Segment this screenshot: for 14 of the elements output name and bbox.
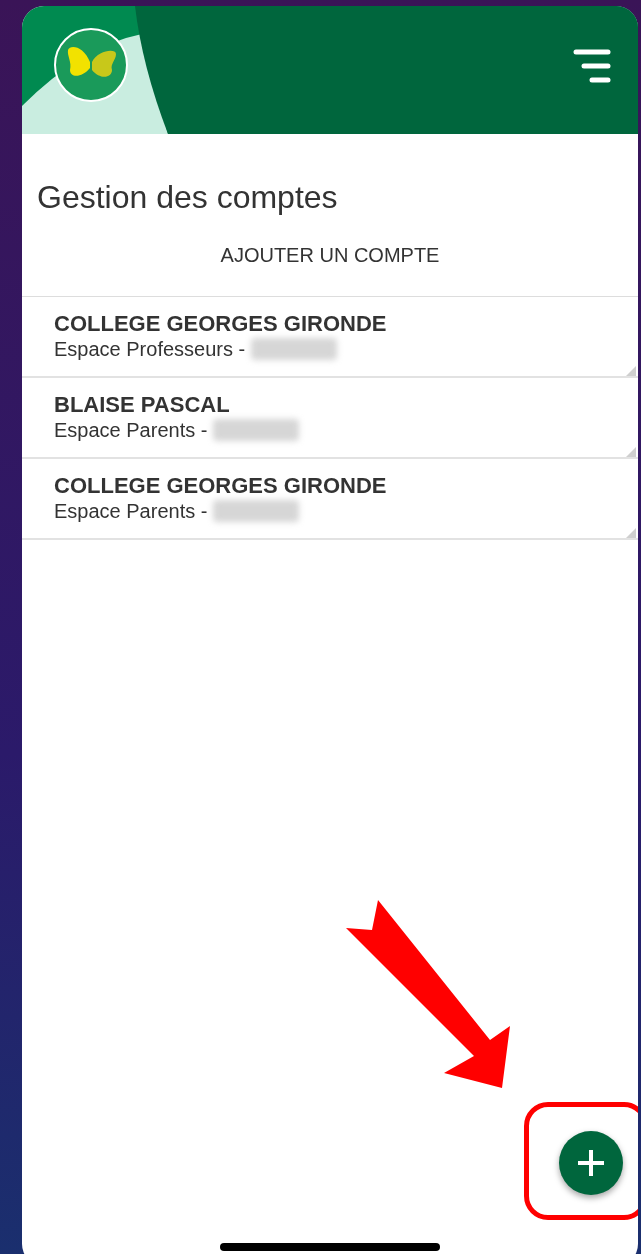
account-space: Espace Professeurs - xyxy=(54,337,246,362)
plus-icon xyxy=(575,1147,607,1179)
account-item[interactable]: COLLEGE GEORGES GIRONDE Espace Parents - xyxy=(22,459,638,541)
account-space: Espace Parents - xyxy=(54,418,208,443)
account-item[interactable]: COLLEGE GEORGES GIRONDE Espace Professeurs - xyxy=(22,297,638,379)
corner-mark-icon xyxy=(626,447,636,458)
corner-mark-icon xyxy=(626,366,636,377)
account-item[interactable]: BLAISE PASCAL Espace Parents - xyxy=(22,378,638,460)
page-title: Gestion des comptes xyxy=(37,178,339,217)
add-button[interactable] xyxy=(559,1131,623,1195)
butterfly-logo-icon xyxy=(54,28,128,102)
account-space: Espace Parents - xyxy=(54,499,208,524)
corner-mark-icon xyxy=(626,528,636,539)
add-account-link[interactable]: AJOUTER UN COMPTE xyxy=(220,236,440,275)
